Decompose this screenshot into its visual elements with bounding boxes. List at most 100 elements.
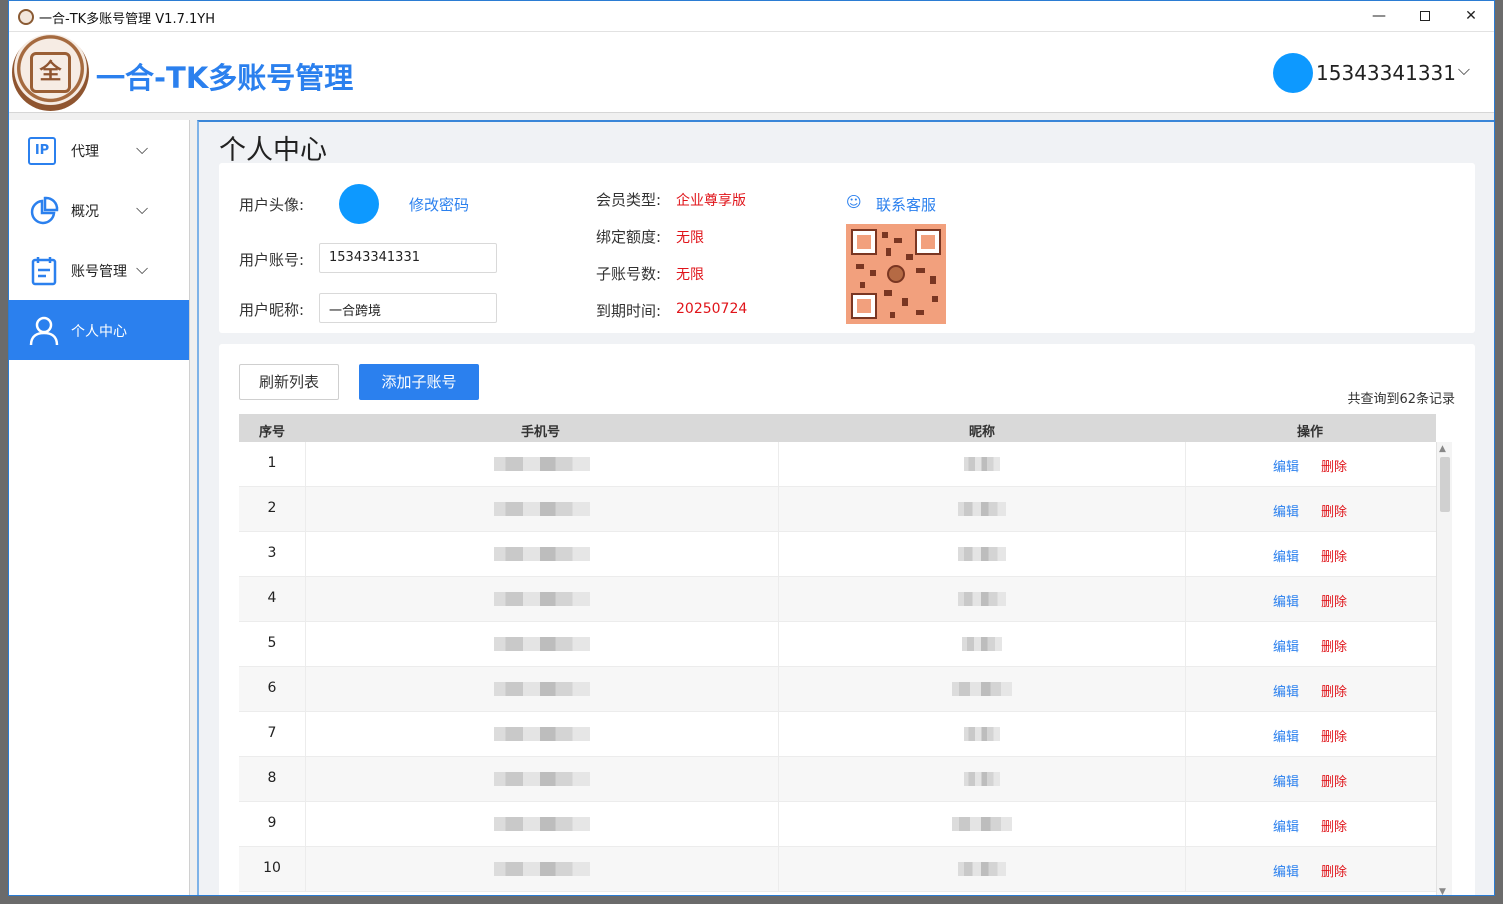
sidebar-item-label: 代理	[71, 144, 99, 160]
add-sub-account-button[interactable]: 添加子账号	[359, 364, 479, 400]
edit-link[interactable]: 编辑	[1273, 681, 1299, 700]
refresh-list-button[interactable]: 刷新列表	[239, 364, 339, 400]
sub-account-list-card: 刷新列表 添加子账号 共查询到62条记录 序号 手机号 昵称 操作 1 编辑 删除 2…	[219, 344, 1475, 895]
page-title: 个人中心	[219, 135, 327, 166]
smile-icon[interactable]: ☺	[846, 193, 862, 211]
table-row: 6 编辑 删除	[239, 667, 1436, 712]
app-window: 一合-TK多账号管理 V1.7.1YH — ✕ 全 一合-TK多账号管理 153…	[8, 0, 1495, 896]
row-index: 6	[267, 680, 277, 696]
minimize-button[interactable]: —	[1356, 1, 1402, 32]
contact-support-link[interactable]: 联系客服	[876, 194, 936, 215]
masked-nickname	[958, 592, 1006, 606]
table-row: 2 编辑 删除	[239, 487, 1436, 532]
column-header-phone: 手机号	[521, 425, 561, 440]
scroll-down-icon[interactable]: ▼	[1439, 887, 1446, 895]
profile-card: 用户头像: 修改密码 用户账号: 15343341331 用户昵称: 一合跨境 …	[219, 163, 1475, 333]
cell-index: 1	[239, 442, 306, 487]
maximize-button[interactable]	[1402, 1, 1448, 32]
cell-index: 2	[239, 487, 306, 532]
header-user-phone[interactable]: 15343341331	[1316, 61, 1456, 85]
table-row: 4 编辑 删除	[239, 577, 1436, 622]
delete-link[interactable]: 删除	[1321, 726, 1347, 745]
masked-nickname	[958, 862, 1006, 876]
cell-index: 3	[239, 532, 306, 577]
account-field[interactable]: 15343341331	[319, 243, 497, 273]
row-index: 3	[267, 545, 277, 561]
delete-link[interactable]: 删除	[1321, 636, 1347, 655]
app-header: 全 一合-TK多账号管理 15343341331 ⌵	[9, 32, 1494, 113]
header-avatar[interactable]	[1273, 53, 1313, 93]
brand-logo: 全	[12, 34, 89, 111]
edit-link[interactable]: 编辑	[1273, 636, 1299, 655]
edit-link[interactable]: 编辑	[1273, 726, 1299, 745]
sidebar-item-proxy[interactable]: IP 代理 ⌵	[9, 120, 189, 180]
edit-link[interactable]: 编辑	[1273, 861, 1299, 880]
avatar-label: 用户头像:	[239, 196, 305, 214]
sidebar-item-account-manage[interactable]: 账号管理 ⌵	[9, 240, 189, 300]
edit-link[interactable]: 编辑	[1273, 591, 1299, 610]
cell-phone	[306, 757, 779, 802]
sidebar-item-overview[interactable]: 概况 ⌵	[9, 180, 189, 240]
cell-nickname	[779, 847, 1186, 892]
masked-phone	[494, 772, 590, 786]
cell-nickname	[779, 442, 1186, 487]
cell-nickname	[779, 487, 1186, 532]
table-row: 9 编辑 删除	[239, 802, 1436, 847]
masked-phone	[494, 637, 590, 651]
masked-nickname	[962, 637, 1002, 651]
app-logo-icon	[18, 9, 34, 25]
cell-nickname	[779, 667, 1186, 712]
scroll-up-icon[interactable]: ▲	[1439, 444, 1446, 454]
nickname-field[interactable]: 一合跨境	[319, 293, 497, 323]
scroll-thumb[interactable]	[1440, 457, 1450, 512]
masked-phone	[494, 592, 590, 606]
maximize-icon	[1420, 11, 1430, 21]
brand-title: 一合-TK多账号管理	[96, 61, 354, 95]
logo-glyph: 全	[30, 52, 71, 93]
cell-phone	[306, 802, 779, 847]
sidebar-item-personal-center[interactable]: 个人中心	[9, 300, 189, 360]
bind-quota-label: 绑定额度:	[596, 228, 662, 246]
delete-link[interactable]: 删除	[1321, 501, 1347, 520]
account-label: 用户账号:	[239, 251, 305, 269]
masked-nickname	[952, 682, 1012, 696]
edit-link[interactable]: 编辑	[1273, 546, 1299, 565]
edit-link[interactable]: 编辑	[1273, 816, 1299, 835]
change-password-link[interactable]: 修改密码	[409, 194, 469, 215]
chevron-down-icon[interactable]: ⌵	[1458, 60, 1470, 80]
table-header: 序号 手机号 昵称 操作	[239, 414, 1436, 442]
masked-nickname	[964, 727, 1000, 741]
column-header-nickname: 昵称	[969, 425, 996, 440]
cell-nickname	[779, 577, 1186, 622]
delete-link[interactable]: 删除	[1321, 546, 1347, 565]
edit-link[interactable]: 编辑	[1273, 501, 1299, 520]
column-header-index: 序号	[259, 425, 286, 440]
cell-phone	[306, 622, 779, 667]
close-button[interactable]: ✕	[1448, 1, 1494, 32]
delete-link[interactable]: 删除	[1321, 681, 1347, 700]
clipboard-icon	[28, 255, 60, 287]
delete-link[interactable]: 删除	[1321, 591, 1347, 610]
chevron-down-icon: ⌵	[136, 139, 149, 158]
row-index: 1	[267, 455, 277, 471]
row-index: 9	[267, 815, 277, 831]
delete-link[interactable]: 删除	[1321, 771, 1347, 790]
cell-nickname	[779, 622, 1186, 667]
cell-phone	[306, 847, 779, 892]
profile-avatar[interactable]	[339, 184, 379, 224]
table-scrollbar[interactable]: ▲ ▼	[1436, 442, 1452, 895]
edit-link[interactable]: 编辑	[1273, 456, 1299, 475]
cell-index: 8	[239, 757, 306, 802]
cell-index: 6	[239, 667, 306, 712]
delete-link[interactable]: 删除	[1321, 816, 1347, 835]
ip-icon: IP	[28, 135, 60, 167]
masked-phone	[494, 502, 590, 516]
cell-index: 7	[239, 712, 306, 757]
main-content: 个人中心 用户头像: 修改密码 用户账号: 15343341331 用户昵称: …	[197, 120, 1494, 895]
edit-link[interactable]: 编辑	[1273, 771, 1299, 790]
chevron-down-icon: ⌵	[136, 199, 149, 218]
cell-nickname	[779, 802, 1186, 847]
delete-link[interactable]: 删除	[1321, 861, 1347, 880]
cell-phone	[306, 712, 779, 757]
delete-link[interactable]: 删除	[1321, 456, 1347, 475]
